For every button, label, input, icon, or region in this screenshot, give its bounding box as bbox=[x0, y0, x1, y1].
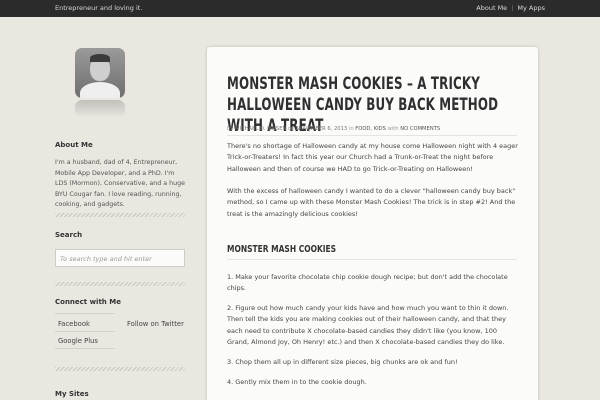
recipe-step: 2. Figure out how much candy your kids h… bbox=[227, 304, 509, 346]
recipe-step: 1. Make your favorite chocolate chip coo… bbox=[227, 273, 508, 293]
post-meta: by MICHAEL D. JENSEN on NOVEMBER 6, 2013… bbox=[227, 126, 441, 132]
twitter-link[interactable]: Follow on Twitter bbox=[127, 320, 184, 328]
search-input[interactable]: To search type and hit enter bbox=[55, 249, 185, 267]
post-paragraph: There's no shortage of Halloween candy a… bbox=[227, 142, 518, 173]
about-text: I'm a husband, dad of 4, Entrepreneur, M… bbox=[55, 159, 185, 209]
divider bbox=[55, 282, 185, 286]
post-comments[interactable]: NO COMMENTS bbox=[400, 126, 440, 132]
avatar bbox=[75, 48, 125, 98]
top-nav: About Me | My Apps bbox=[476, 4, 545, 12]
my-sites-title: My Sites bbox=[55, 390, 89, 398]
recipe-step: 4. Gently mix them in to the cookie doug… bbox=[227, 378, 367, 386]
top-bar: Entrepreneur and loving it. About Me | My … bbox=[0, 0, 600, 17]
post-paragraph: With the excess of halloween candy I wan… bbox=[227, 187, 516, 218]
post-author[interactable]: MICHAEL D. JENSEN bbox=[235, 126, 286, 132]
google-plus-link[interactable]: Google Plus bbox=[58, 337, 98, 345]
post-container: MONSTER MASH COOKIES – A TRICKY HALLOWEE… bbox=[207, 47, 538, 400]
avatar-reflection bbox=[75, 100, 125, 118]
divider bbox=[55, 213, 185, 217]
site-tagline: Entrepreneur and loving it. bbox=[55, 4, 143, 12]
search-title: Search bbox=[55, 231, 83, 239]
nav-about-me[interactable]: About Me bbox=[476, 4, 507, 12]
divider bbox=[227, 135, 517, 136]
about-title: About Me bbox=[55, 141, 93, 149]
section-heading: MONSTER MASH COOKIES bbox=[227, 244, 337, 255]
recipe-step: 3. Chop them all up in different size pi… bbox=[227, 358, 458, 366]
connect-title: Connect with Me bbox=[55, 298, 121, 306]
facebook-link[interactable]: Facebook bbox=[58, 320, 90, 328]
divider bbox=[55, 367, 185, 371]
divider bbox=[227, 259, 517, 260]
post-categories[interactable]: FOOD, KIDS bbox=[355, 126, 386, 132]
post-date[interactable]: NOVEMBER 6, 2013 bbox=[296, 126, 347, 132]
nav-my-apps[interactable]: My Apps bbox=[517, 4, 545, 12]
